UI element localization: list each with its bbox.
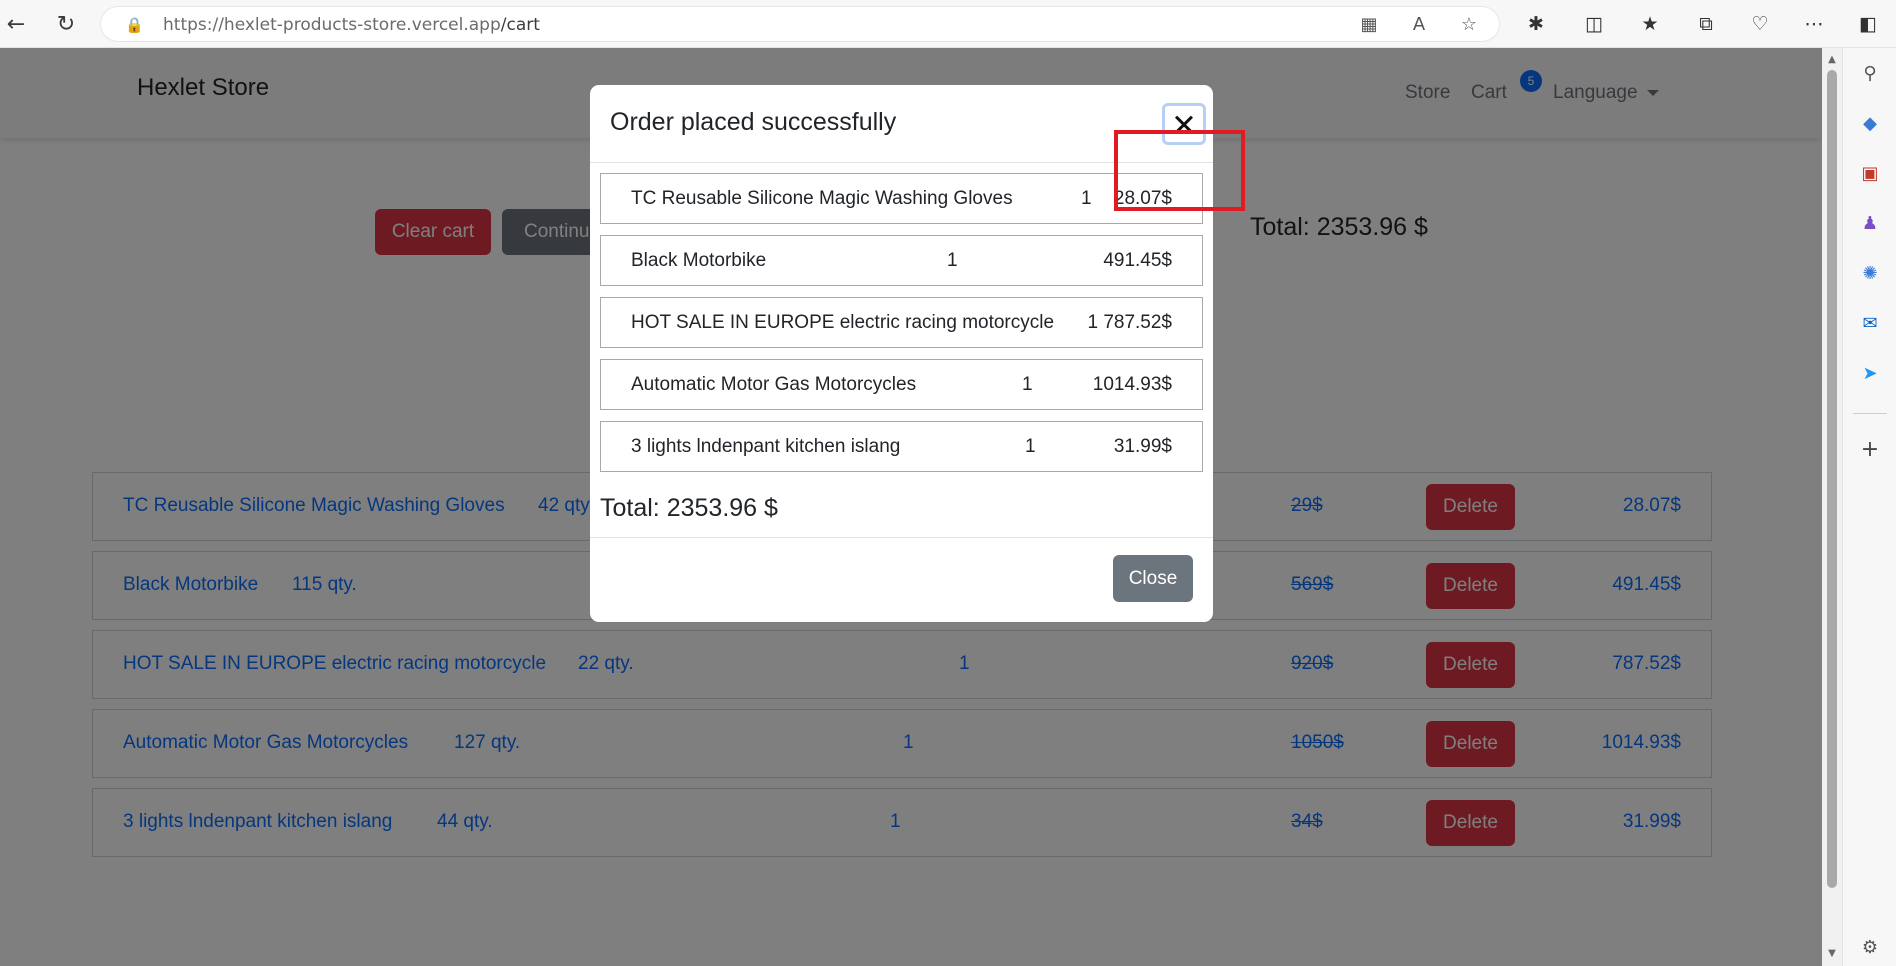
order-item-price: 1014.93$ (1092, 374, 1172, 395)
order-item-qty: 1 (947, 250, 958, 271)
order-item-name: HOT SALE IN EUROPE electric racing motor… (631, 312, 1055, 333)
collections-icon[interactable]: ⧉ (1692, 10, 1720, 38)
split-screen-icon[interactable]: ◫ (1580, 10, 1608, 38)
order-item: 3 lights lndenpant kitchen islang 1 31.9… (600, 421, 1203, 472)
search-icon[interactable]: ⚲ (1858, 62, 1882, 86)
close-button[interactable]: Close (1113, 555, 1193, 602)
app-available-icon[interactable]: ▦ (1357, 13, 1381, 37)
scroll-up-icon[interactable]: ▲ (1826, 54, 1838, 66)
scroll-down-icon[interactable]: ▼ (1826, 948, 1838, 960)
settings-gear-icon[interactable]: ⚙ (1858, 936, 1882, 960)
favorite-star-icon[interactable]: ☆ (1457, 13, 1481, 37)
send-icon[interactable]: ➤ (1858, 362, 1882, 386)
order-item-name: 3 lights lndenpant kitchen islang (631, 436, 901, 457)
modal-title: Order placed successfully (610, 108, 897, 136)
refresh-icon[interactable]: ↻ (50, 8, 82, 40)
address-bar[interactable]: 🔒 https://hexlet-products-store.vercel.a… (100, 6, 1500, 42)
add-icon[interactable]: + (1858, 438, 1882, 462)
page-scrollbar[interactable]: ▲ ▼ (1822, 48, 1842, 966)
address-url[interactable]: https://hexlet-products-store.vercel.app… (163, 7, 540, 43)
sidebar-divider (1853, 413, 1887, 414)
page: Hexlet Store Store Cart 5 Language Clear… (0, 48, 1822, 966)
browser-essentials-icon[interactable]: ♡ (1746, 10, 1774, 38)
modal-total: Total: 2353.96 $ (600, 494, 778, 522)
order-item: Black Motorbike 1 491.45$ (600, 235, 1203, 286)
order-item-name: Automatic Motor Gas Motorcycles (631, 374, 917, 395)
order-item-qty: 1 (1022, 374, 1033, 395)
order-item-price: 31.99$ (1113, 436, 1172, 457)
outlook-icon[interactable]: ✉ (1858, 312, 1882, 336)
modal-footer-divider (590, 537, 1213, 538)
sidebar-toggle-icon[interactable]: ◧ (1854, 10, 1882, 38)
read-aloud-icon[interactable]: A (1407, 13, 1431, 37)
lock-icon: 🔒 (125, 16, 144, 34)
games-icon[interactable]: ♟ (1858, 212, 1882, 236)
order-item: HOT SALE IN EUROPE electric racing motor… (600, 297, 1203, 348)
copilot-icon[interactable]: ✺ (1858, 262, 1882, 286)
url-path: /cart (500, 15, 540, 35)
browser-toolbar: ← ↻ 🔒 https://hexlet-products-store.verc… (0, 0, 1896, 48)
back-icon[interactable]: ← (0, 8, 32, 40)
highlight-box (1114, 130, 1245, 211)
scroll-thumb[interactable] (1827, 70, 1837, 888)
extensions-icon[interactable]: ✱ (1522, 10, 1550, 38)
order-item-qty: 1 (1025, 436, 1036, 457)
order-item: TC Reusable Silicone Magic Washing Glove… (600, 173, 1203, 224)
tools-briefcase-icon[interactable]: ▣ (1858, 162, 1882, 186)
order-item-name: Black Motorbike (631, 250, 767, 271)
url-host: https://hexlet-products-store.vercel.app (163, 15, 501, 35)
favorites-icon[interactable]: ★ (1636, 10, 1664, 38)
more-menu-icon[interactable]: ⋯ (1800, 10, 1828, 38)
browser-sidebar: ⚲ ◆ ▣ ♟ ✺ ✉ ➤ + ⚙ (1842, 48, 1896, 966)
order-item-price: 491.45$ (1103, 250, 1172, 271)
shopping-tag-icon[interactable]: ◆ (1858, 112, 1882, 136)
order-item-name: TC Reusable Silicone Magic Washing Glove… (631, 188, 1013, 209)
order-item-price: 1 787.52$ (1087, 312, 1172, 333)
order-item: Automatic Motor Gas Motorcycles 1 1014.9… (600, 359, 1203, 410)
order-item-qty: 1 (1081, 188, 1092, 209)
